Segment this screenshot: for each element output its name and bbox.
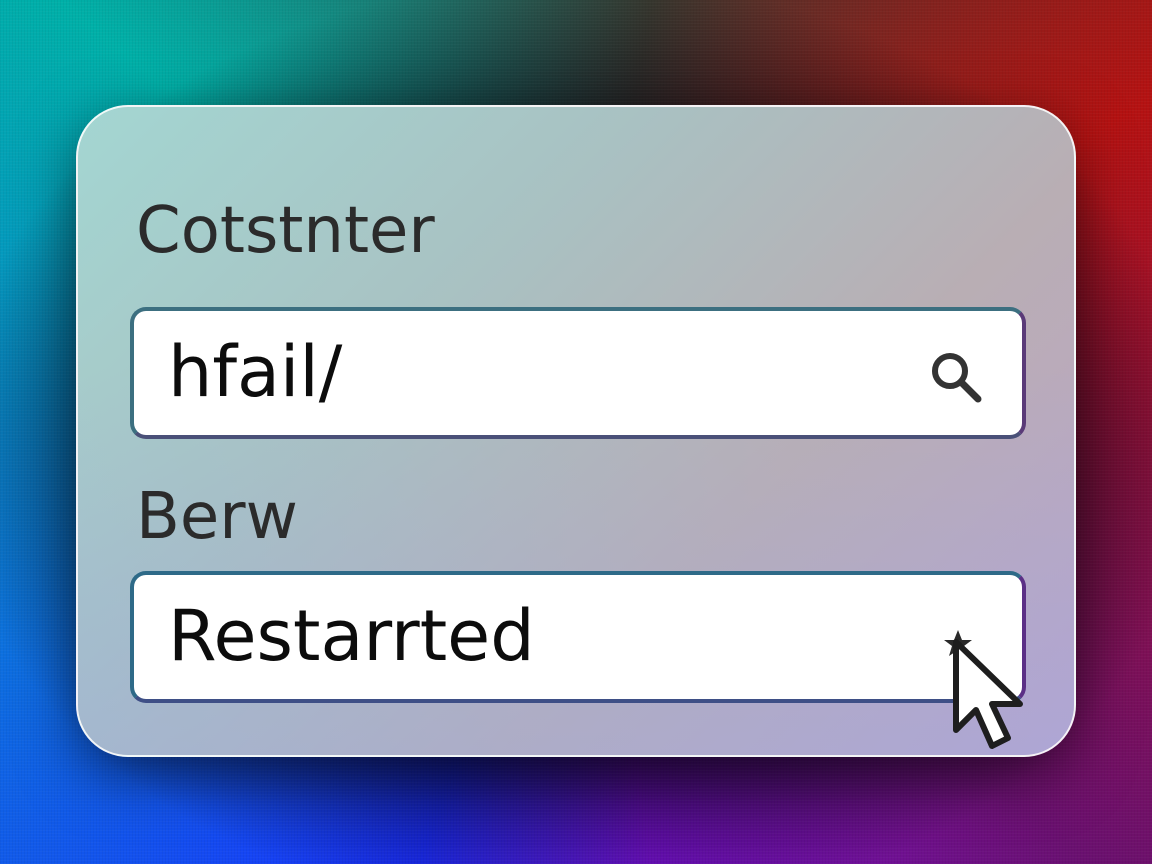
field2-label: Berw [136,480,298,554]
field1-value: hfail/ [168,331,343,413]
field2-input[interactable]: Restarrted [130,571,1026,703]
pointer-cursor-icon [944,630,1023,749]
field1-label: Cotstnter [136,194,435,268]
field2-value: Restarrted [168,595,535,677]
field1-input[interactable]: hfail/ [130,307,1026,439]
form-card: Cotstnter hfail/ Berw Restarrted [76,105,1076,757]
search-icon[interactable] [928,349,984,405]
